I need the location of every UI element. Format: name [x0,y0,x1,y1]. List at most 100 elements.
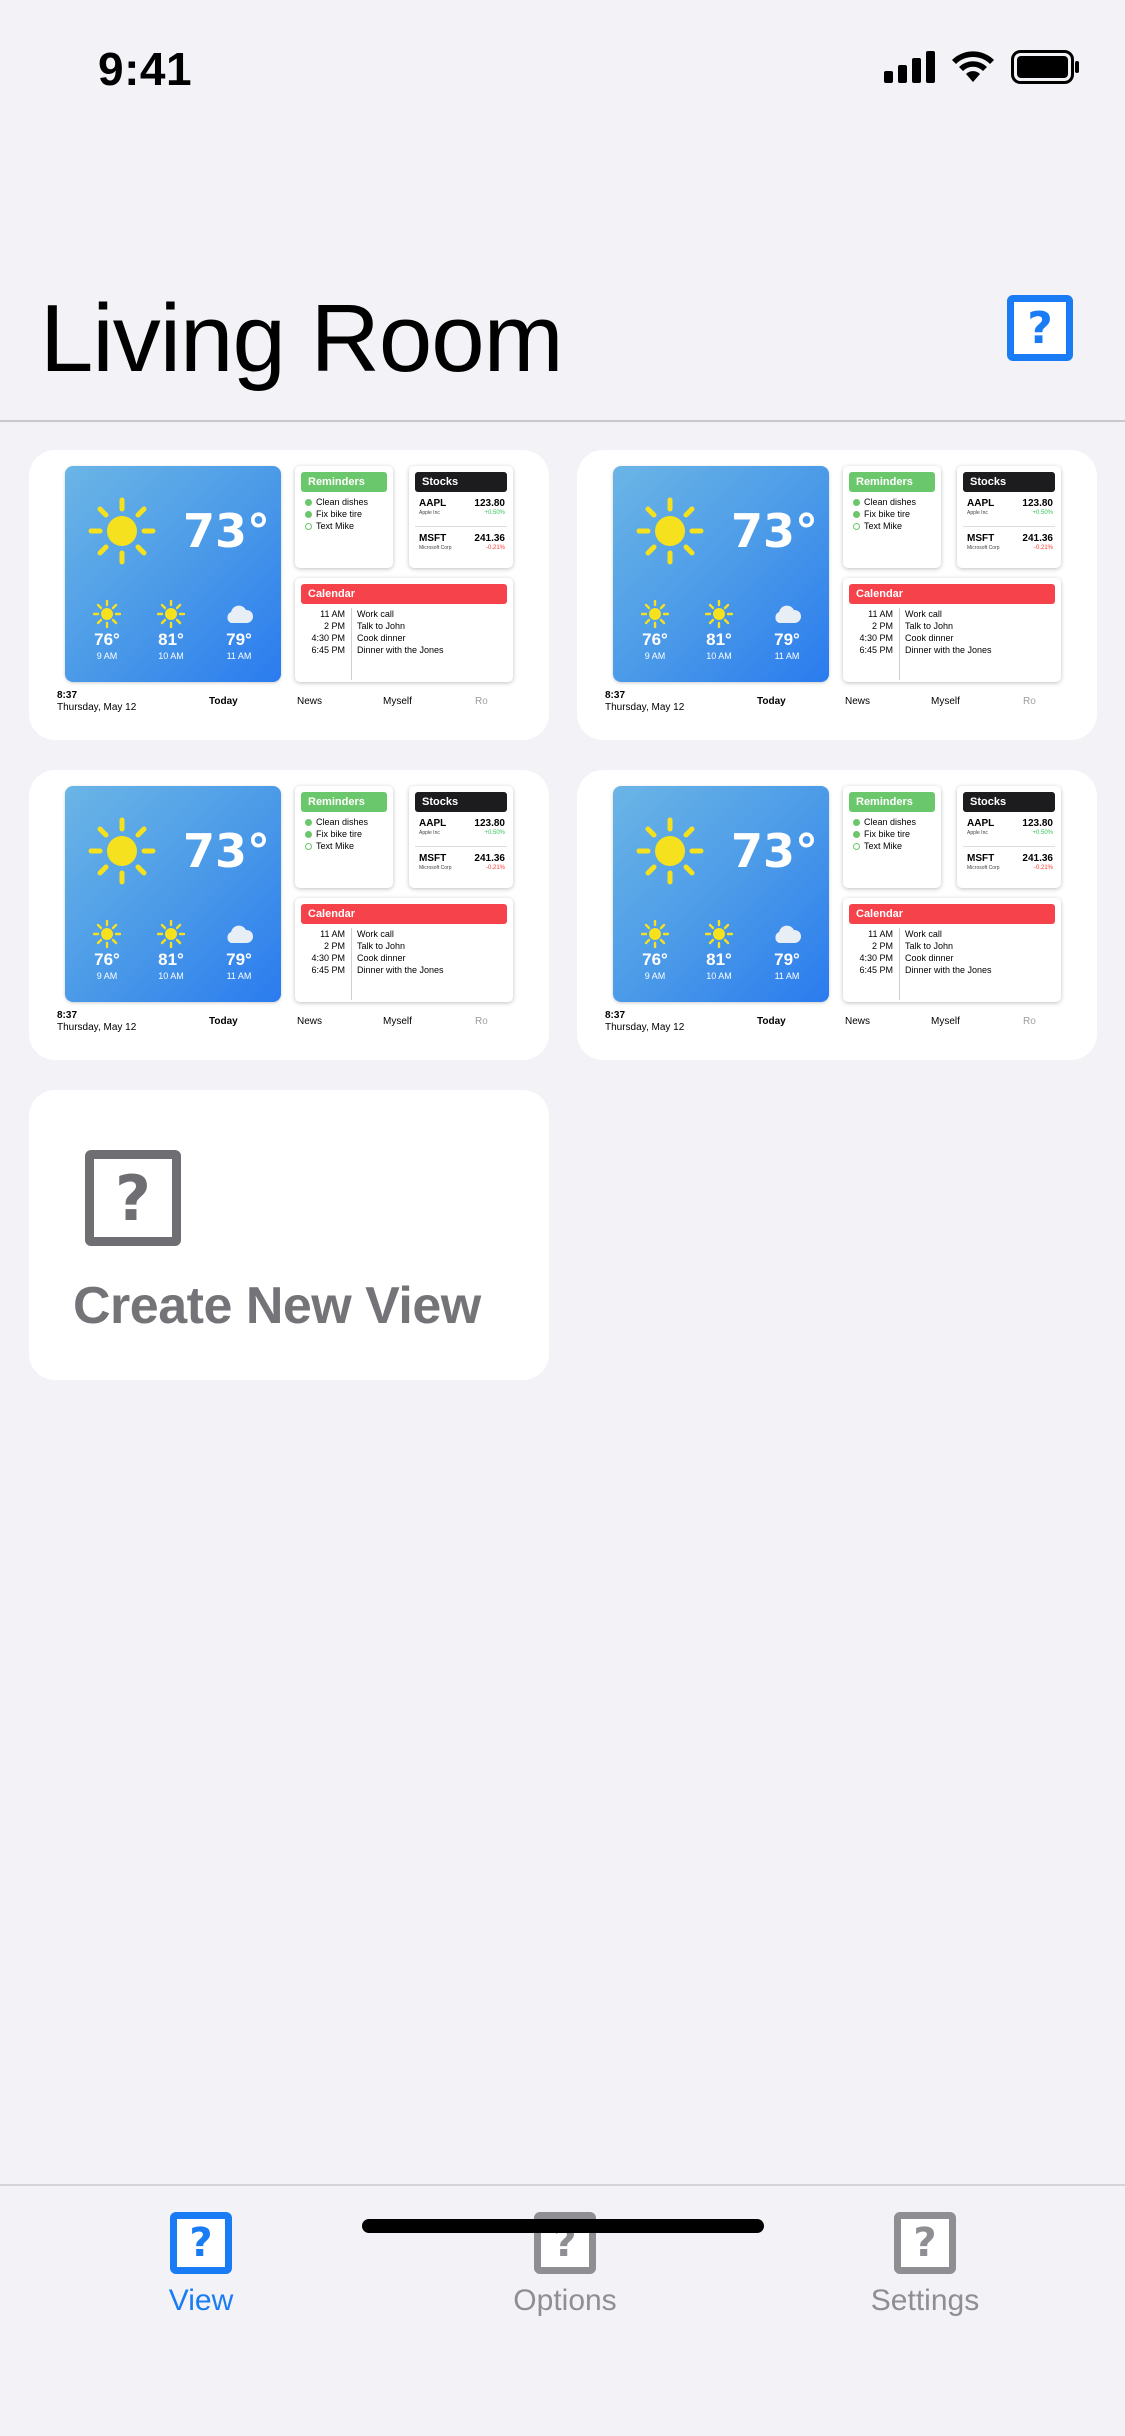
hourly-temperature: 81° [158,950,184,969]
event-title: Cook dinner [905,633,954,643]
preview-date: Thursday, May 12 [605,1022,685,1033]
hourly-temperature: 76° [94,630,120,649]
preview-tab-myself: Myself [383,1016,412,1027]
sun-icon [705,600,733,628]
question-box-icon: ? [170,2212,232,2274]
reminder-text: Text Mike [316,521,355,531]
calendar-title: Calendar [849,584,1055,604]
hourly-forecast-item: 81° 10 AM [689,920,749,981]
hourly-temperature: 79° [774,630,800,649]
weather-widget: 73° 76° 9 AM 81° 10 AM 79° 11 AM [65,466,281,682]
event-title: Talk to John [905,941,954,951]
stock-change: -0.21% [1033,545,1053,551]
event-time: 2 PM [871,941,893,951]
checked-dot-icon [853,830,860,838]
event-time: 2 PM [323,621,345,631]
stocks-widget: Stocks AAPL Apple Inc 123.80 +0.50% MSFT… [409,466,513,568]
reminder-item: Clean dishes [843,496,941,508]
checked-dot-icon [305,510,312,518]
hourly-time: 11 AM [226,971,252,981]
stock-change: +0.50% [484,830,505,836]
tab-settings[interactable]: ? Settings [825,2212,1025,2318]
reminder-item: Clean dishes [843,816,941,828]
view-preview: 73° 76° 9 AM 81° 10 AM 79° 11 AM Reminde… [605,466,1089,730]
wifi-icon [952,51,994,82]
calendar-event: 2 PM Talk to John [295,620,513,632]
event-title: Dinner with the Jones [905,965,992,975]
calendar-widget: Calendar 11 AM Work call 2 PM Talk to John… [843,578,1061,682]
calendar-event: 6:45 PM Dinner with the Jones [843,644,1061,656]
stock-symbol: AAPL [419,818,447,829]
event-time: 6:45 PM [859,965,893,975]
calendar-event: 6:45 PM Dinner with the Jones [295,644,513,656]
stock-price: 241.36 [474,853,505,864]
create-new-view-card[interactable]: ? Create New View [29,1090,549,1380]
sun-icon [705,920,733,948]
preview-clock: 8:37 [605,690,626,701]
hourly-temperature: 76° [94,950,120,969]
view-card[interactable]: 73° 76° 9 AM 81° 10 AM 79° 11 AM Reminde… [29,770,549,1060]
help-button[interactable]: ? [1007,295,1073,361]
calendar-event: 6:45 PM Dinner with the Jones [843,964,1061,976]
hourly-temperature: 79° [226,950,252,969]
view-preview: 73° 76° 9 AM 81° 10 AM 79° 11 AM Reminde… [605,786,1089,1050]
page-header: Living Room ? [0,260,1125,422]
calendar-event: 11 AM Work call [295,928,513,940]
unchecked-dot-icon [853,522,860,530]
stock-row: MSFT Microsoft Corp 241.36 -0.21% [415,847,507,881]
view-card[interactable]: 73° 76° 9 AM 81° 10 AM 79° 11 AM Reminde… [577,770,1097,1060]
event-time: 11 AM [320,929,345,939]
calendar-widget: Calendar 11 AM Work call 2 PM Talk to John… [843,898,1061,1002]
event-title: Work call [905,609,942,619]
hourly-forecast-item: 76° 9 AM [625,600,685,661]
stock-name: Apple Inc [967,510,988,516]
hourly-forecast-item: 81° 10 AM [689,600,749,661]
divider [899,928,900,1000]
hourly-forecast-item: 76° 9 AM [77,920,137,981]
status-time: 9:41 [98,43,193,95]
preview-tab-myself: Myself [383,696,412,707]
preview-clock: 8:37 [57,1010,78,1021]
sun-icon [93,600,121,628]
hourly-time: 11 AM [226,651,252,661]
hourly-temperature: 76° [642,630,668,649]
stock-symbol: AAPL [967,498,995,509]
reminder-item: Clean dishes [295,496,393,508]
stock-name: Microsoft Corp [967,545,1000,551]
cloud-icon [775,605,802,623]
stock-name: Apple Inc [419,830,440,836]
stock-name: Microsoft Corp [419,545,452,551]
reminder-text: Text Mike [316,841,355,851]
stock-change: +0.50% [484,510,505,516]
stock-row: AAPL Apple Inc 123.80 +0.50% [963,812,1055,846]
hourly-forecast-item: 81° 10 AM [141,920,201,981]
create-new-view-label: Create New View [73,1277,481,1335]
hourly-time: 9 AM [644,651,666,661]
battery-icon [1011,50,1079,84]
view-card[interactable]: 73° 76° 9 AM 81° 10 AM 79° 11 AM Reminde… [577,450,1097,740]
sun-icon [641,600,669,628]
weather-widget: 73° 76° 9 AM 81° 10 AM 79° 11 AM [613,466,829,682]
stocks-title: Stocks [415,792,507,812]
reminder-text: Fix bike tire [864,509,911,519]
reminder-text: Text Mike [864,841,903,851]
sun-icon [157,920,185,948]
preview-footer: 8:37 Thursday, May 12 Today News Myself … [605,690,1089,730]
hourly-temperature: 81° [158,630,184,649]
stock-price: 123.80 [1022,818,1053,829]
calendar-event: 4:30 PM Cook dinner [843,952,1061,964]
event-time: 11 AM [868,929,893,939]
preview-clock: 8:37 [57,690,78,701]
stocks-title: Stocks [415,472,507,492]
view-card[interactable]: 73° 76° 9 AM 81° 10 AM 79° 11 AM Reminde… [29,450,549,740]
cloud-icon [227,605,254,623]
home-indicator [362,2219,764,2233]
tab-view[interactable]: ? View [101,2212,301,2318]
fade-overlay [1029,690,1089,730]
status-icons [884,50,1081,84]
hourly-forecast-item: 76° 9 AM [77,600,137,661]
preview-tab-today: Today [757,1016,786,1027]
stock-row: MSFT Microsoft Corp 241.36 -0.21% [963,527,1055,561]
event-time: 11 AM [868,609,893,619]
stocks-widget: Stocks AAPL Apple Inc 123.80 +0.50% MSFT… [957,786,1061,888]
